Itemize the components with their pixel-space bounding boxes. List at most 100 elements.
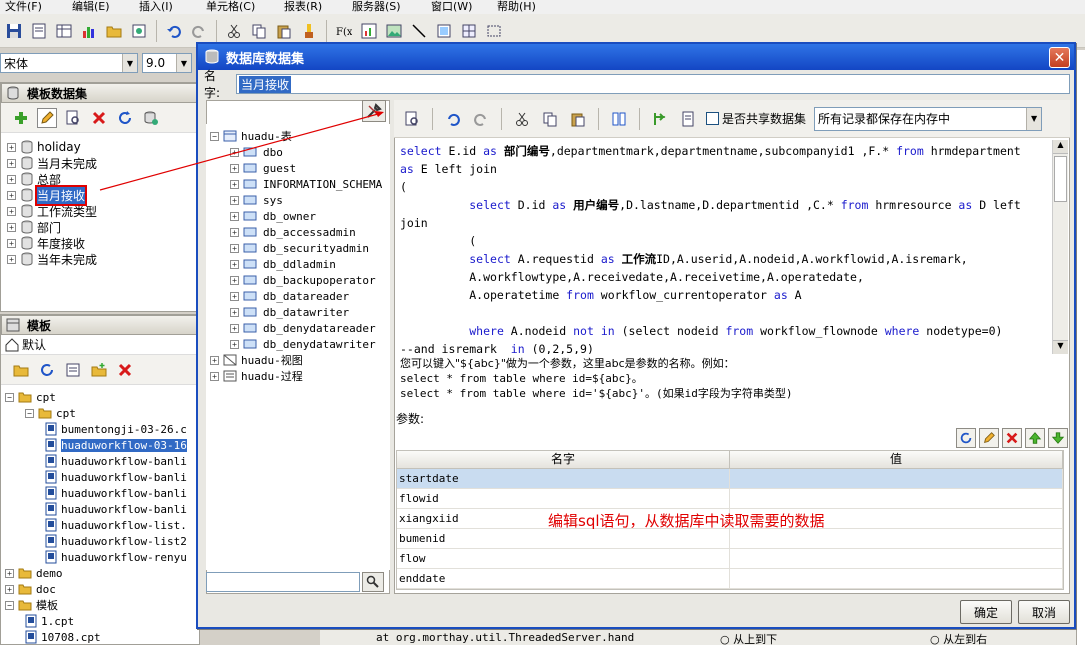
expand-icon[interactable]: − [25, 408, 34, 418]
param-value-cell[interactable] [730, 569, 1063, 588]
cell-icon[interactable] [434, 21, 454, 41]
expand-icon[interactable]: + [7, 254, 16, 264]
columns-icon[interactable] [609, 109, 629, 129]
open-folder-icon[interactable] [11, 360, 31, 380]
chevron-down-icon[interactable]: ▼ [176, 54, 191, 72]
menu-item[interactable]: 单元格(C) [206, 0, 255, 13]
expand-icon[interactable]: + [230, 339, 239, 349]
expand-icon[interactable]: + [7, 174, 16, 184]
file-item[interactable]: huaduworkflow-03-16 [5, 437, 199, 453]
expand-icon[interactable]: + [7, 222, 16, 232]
expand-icon[interactable]: + [7, 158, 16, 168]
copy-icon[interactable] [249, 21, 269, 41]
folder-item[interactable]: + demo [5, 565, 199, 581]
expand-icon[interactable]: + [230, 211, 239, 221]
expand-icon[interactable]: + [230, 291, 239, 301]
menu-item[interactable]: 插入(I) [139, 0, 173, 13]
dialog-titlebar[interactable]: 数据库数据集 [198, 44, 1074, 70]
schema-node[interactable]: + db_denydatawriter [210, 336, 390, 352]
connection-settings-button[interactable] [362, 100, 386, 122]
expand-icon[interactable]: + [210, 355, 219, 365]
menu-item[interactable]: 帮助(H) [497, 0, 536, 13]
schema-node[interactable]: + db_denydatareader [210, 320, 390, 336]
insert-image-icon[interactable] [384, 21, 404, 41]
file-item[interactable]: huaduworkflow-list2 [5, 533, 199, 549]
dataset-item[interactable]: + 年度接收 [7, 235, 199, 251]
table-row[interactable]: startdate [397, 469, 1063, 489]
column-header-name[interactable]: 名字 [397, 451, 730, 468]
collapse-icon[interactable]: − [210, 131, 219, 141]
delete-icon[interactable] [89, 108, 109, 128]
schema-node[interactable]: + guest [210, 160, 390, 176]
save-icon[interactable] [4, 21, 24, 41]
stored-proc-icon[interactable] [650, 109, 670, 129]
expand-icon[interactable]: + [7, 190, 16, 200]
table-row[interactable]: bumenid [397, 529, 1063, 549]
views-node[interactable]: + huadu-视图 [210, 352, 390, 368]
ok-button[interactable]: 确定 [960, 600, 1012, 624]
preview-icon[interactable] [63, 108, 83, 128]
schema-search-input[interactable] [206, 572, 360, 592]
new-folder-icon[interactable] [89, 360, 109, 380]
paste-icon[interactable] [274, 21, 294, 41]
border-icon[interactable] [484, 21, 504, 41]
column-header-value[interactable]: 值 [730, 451, 1063, 468]
sql-scrollbar[interactable]: ▲ ▼ [1052, 140, 1068, 354]
param-name-cell[interactable]: flow [397, 549, 730, 568]
expand-icon[interactable]: + [230, 163, 239, 173]
folder-icon[interactable] [104, 21, 124, 41]
grid-icon[interactable] [54, 21, 74, 41]
file-item[interactable]: 1.cpt [5, 613, 199, 629]
dataset-item[interactable]: + 当月接收 [7, 184, 199, 206]
delete-param-button[interactable] [1002, 428, 1022, 448]
expand-icon[interactable]: + [230, 323, 239, 333]
expand-icon[interactable]: + [230, 259, 239, 269]
properties-icon[interactable] [63, 360, 83, 380]
expand-icon[interactable]: + [230, 243, 239, 253]
file-item[interactable]: bumentongji-03-26.c [5, 421, 199, 437]
redo-icon[interactable] [471, 109, 491, 129]
param-value-cell[interactable] [730, 469, 1063, 488]
document-icon[interactable] [678, 109, 698, 129]
file-item[interactable]: huaduworkflow-banli [5, 485, 199, 501]
scroll-up-icon[interactable]: ▲ [1053, 140, 1068, 154]
dataset-item[interactable]: + 当年未完成 [7, 251, 199, 267]
dataset-name-input[interactable]: 当月接收 [235, 74, 1070, 94]
dataset-item[interactable]: + 当月未完成 [7, 155, 199, 171]
file-item[interactable]: huaduworkflow-renyu [5, 549, 199, 565]
expand-icon[interactable]: + [7, 206, 16, 216]
expand-icon[interactable]: + [230, 147, 239, 157]
param-value-cell[interactable] [730, 489, 1063, 508]
schema-node[interactable]: + sys [210, 192, 390, 208]
radio-top-to-bottom[interactable]: ○ 从上到下 [720, 631, 777, 645]
scroll-thumb[interactable] [1054, 156, 1067, 202]
delete-icon[interactable] [115, 360, 135, 380]
table-row[interactable]: enddate [397, 569, 1063, 589]
expand-icon[interactable]: + [210, 371, 219, 381]
edit-param-button[interactable] [979, 428, 999, 448]
procedures-node[interactable]: + huadu-过程 [210, 368, 390, 384]
schema-node[interactable]: + dbo [210, 144, 390, 160]
cut-icon[interactable] [512, 109, 532, 129]
copy-icon[interactable] [540, 109, 560, 129]
file-item[interactable]: 10708.cpt [5, 629, 199, 645]
tables-node[interactable]: − huadu-表 [210, 128, 390, 144]
menu-item[interactable]: 编辑(E) [72, 0, 110, 13]
sheet-icon[interactable] [29, 21, 49, 41]
param-name-cell[interactable]: startdate [397, 469, 730, 488]
file-item[interactable]: huaduworkflow-banli [5, 469, 199, 485]
expand-icon[interactable]: + [5, 584, 14, 594]
table-row[interactable]: flowid [397, 489, 1063, 509]
folder-item[interactable]: + doc [5, 581, 199, 597]
schema-node[interactable]: + db_datareader [210, 288, 390, 304]
expand-icon[interactable]: + [230, 227, 239, 237]
slash-line-icon[interactable] [409, 21, 429, 41]
template-default-row[interactable]: 默认 [1, 335, 199, 355]
expand-icon[interactable]: + [230, 179, 239, 189]
preview-icon[interactable] [129, 21, 149, 41]
chart-icon[interactable] [79, 21, 99, 41]
redo-icon[interactable] [189, 21, 209, 41]
paste-icon[interactable] [568, 109, 588, 129]
move-up-button[interactable] [1025, 428, 1045, 448]
dataset-item[interactable]: + 部门 [7, 219, 199, 235]
